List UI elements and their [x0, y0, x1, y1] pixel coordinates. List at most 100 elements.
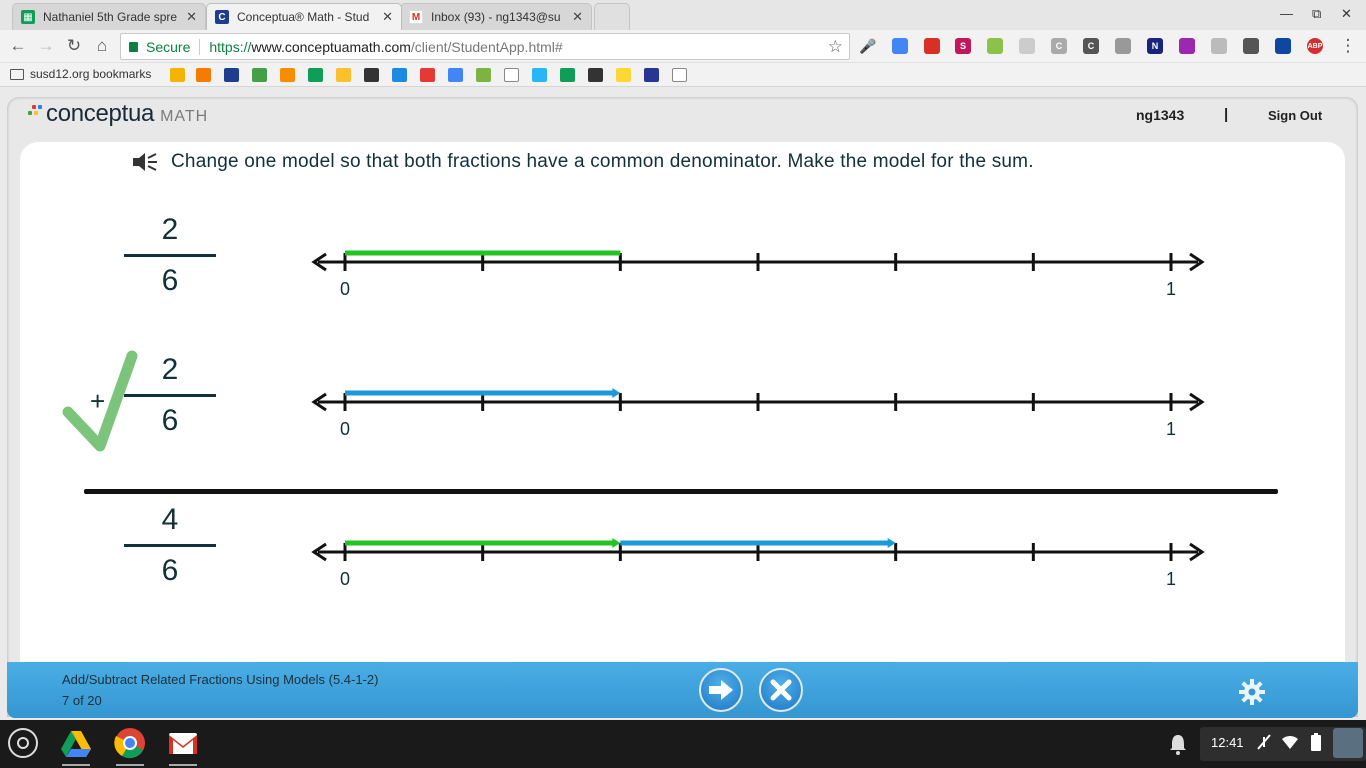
speaker-icon[interactable] — [130, 150, 158, 174]
bookmark-icon[interactable] — [364, 68, 379, 82]
url-path: /client/StudentApp.html# — [410, 38, 563, 55]
next-button[interactable] — [699, 668, 743, 712]
reload-icon[interactable]: ↻ — [63, 36, 85, 56]
bookmark-star-icon[interactable]: ☆ — [828, 37, 843, 57]
tab-title: Nathaniel 5th Grade spre — [43, 10, 178, 24]
arrow-right-icon — [709, 680, 733, 700]
lesson-footer — [7, 662, 1358, 718]
lock-icon — [129, 41, 138, 52]
number-line-sum[interactable]: 01 — [300, 518, 1220, 589]
bookmark-icon[interactable] — [336, 68, 351, 82]
close-window-icon[interactable]: ✕ — [1341, 6, 1352, 22]
extension-icon[interactable]: S — [955, 38, 971, 54]
extension-icon[interactable] — [987, 38, 1003, 54]
tab-title: Conceptua® Math - Stud — [237, 10, 370, 24]
home-icon[interactable]: ⌂ — [91, 36, 113, 56]
folder-icon — [10, 68, 24, 80]
microphone-icon[interactable]: 🎤 — [859, 38, 876, 54]
os-shelf — [0, 720, 1366, 768]
checkmark-icon — [62, 350, 138, 452]
progress-counter: 7 of 20 — [62, 693, 102, 708]
extension-icon[interactable] — [1179, 38, 1195, 54]
header-divider: | — [1224, 106, 1229, 123]
sheets-icon: ▦ — [21, 10, 35, 24]
extension-icon[interactable]: C — [1083, 38, 1099, 54]
bookmark-icon[interactable] — [672, 68, 687, 82]
no-network-icon — [1257, 734, 1271, 750]
bookmark-icon[interactable] — [448, 68, 463, 82]
tab-conceptua[interactable]: C Conceptua® Math - Stud ✕ — [206, 3, 402, 30]
close-icon — [770, 679, 792, 701]
problem-prompt: Change one model so that both fractions … — [171, 151, 1034, 172]
lesson-title: Add/Subtract Related Fractions Using Mod… — [62, 672, 379, 687]
restore-icon[interactable]: ⧉ — [1312, 6, 1321, 22]
secure-indicator[interactable]: Secure — [129, 39, 190, 55]
bookmark-icon[interactable] — [476, 68, 491, 82]
gmail-icon: M — [409, 10, 423, 24]
gear-icon[interactable] — [1238, 678, 1266, 706]
extension-icon[interactable] — [1019, 38, 1035, 54]
address-bar[interactable]: Secure https:// www.conceptuamath.com /c… — [120, 33, 850, 60]
extension-icon[interactable] — [892, 38, 908, 54]
tab-spreadsheet[interactable]: ▦ Nathaniel 5th Grade spre ✕ — [12, 3, 206, 30]
fraction-bar — [124, 544, 216, 547]
denominator[interactable]: 6 — [124, 549, 216, 593]
extension-icon[interactable] — [1115, 38, 1131, 54]
label-one: 1 — [1166, 279, 1176, 299]
gmail-icon[interactable] — [167, 727, 199, 759]
sign-out-link[interactable]: Sign Out — [1268, 108, 1322, 123]
bookmark-icon[interactable] — [588, 68, 603, 82]
bookmark-icon[interactable] — [420, 68, 435, 82]
forward-icon[interactable]: → — [35, 36, 57, 56]
extension-icon[interactable]: N — [1147, 38, 1163, 54]
launcher-button[interactable] — [8, 728, 38, 758]
number-line-1[interactable]: 01 — [300, 228, 1220, 299]
bookmark-icon[interactable] — [560, 68, 575, 82]
conceptua-logo: conceptua MATH — [28, 100, 208, 128]
fraction-sum: 4 6 — [124, 498, 216, 593]
notification-bell-icon[interactable] — [1168, 732, 1188, 756]
minimize-icon[interactable]: — — [1280, 6, 1293, 21]
close-tab-icon[interactable]: ✕ — [572, 9, 583, 25]
tab-title: Inbox (93) - ng1343@su — [431, 10, 561, 24]
menu-icon[interactable]: ⋮ — [1337, 36, 1359, 56]
bookmark-icon[interactable] — [532, 68, 547, 82]
label-one: 1 — [1166, 569, 1176, 589]
new-tab-button[interactable] — [594, 3, 630, 30]
brand-suffix: MATH — [160, 108, 209, 125]
adblock-icon[interactable]: ABP — [1307, 38, 1323, 54]
fraction-1: 2 6 — [124, 208, 216, 303]
bookmark-icon[interactable] — [308, 68, 323, 82]
numerator[interactable]: 4 — [124, 498, 216, 542]
bookmark-icon[interactable] — [616, 68, 631, 82]
bookmark-icon[interactable] — [644, 68, 659, 82]
extension-icon[interactable]: C — [1051, 38, 1067, 54]
bookmarks-folder[interactable]: susd12.org bookmarks — [10, 67, 151, 81]
bookmark-icon[interactable] — [252, 68, 267, 82]
avatar[interactable] — [1333, 728, 1363, 758]
logo-dots-icon — [28, 103, 46, 121]
number-line-2[interactable]: 01 — [300, 368, 1220, 439]
bookmark-icon[interactable] — [392, 68, 407, 82]
extension-icon[interactable] — [1211, 38, 1227, 54]
running-indicator — [169, 764, 197, 766]
bookmark-icon[interactable] — [280, 68, 295, 82]
extension-icon[interactable] — [1275, 38, 1291, 54]
brand-name: conceptua — [46, 100, 155, 127]
bookmark-icon[interactable] — [196, 68, 211, 82]
bookmark-icon[interactable] — [224, 68, 239, 82]
close-button[interactable] — [759, 668, 803, 712]
denominator[interactable]: 6 — [124, 259, 216, 303]
back-icon[interactable]: ← — [7, 36, 29, 56]
clock: 12:41 — [1211, 735, 1244, 750]
extension-icon[interactable] — [1243, 38, 1259, 54]
username: ng1343 — [1136, 107, 1185, 123]
bookmark-icon[interactable] — [170, 68, 185, 82]
tab-gmail[interactable]: M Inbox (93) - ng1343@su ✕ — [400, 3, 592, 30]
chrome-icon[interactable] — [114, 727, 146, 759]
google-drive-icon[interactable] — [60, 727, 92, 759]
extension-icon[interactable] — [924, 38, 940, 54]
close-tab-icon[interactable]: ✕ — [186, 9, 197, 25]
bookmark-icon[interactable] — [504, 68, 519, 82]
close-tab-icon[interactable]: ✕ — [382, 9, 393, 25]
